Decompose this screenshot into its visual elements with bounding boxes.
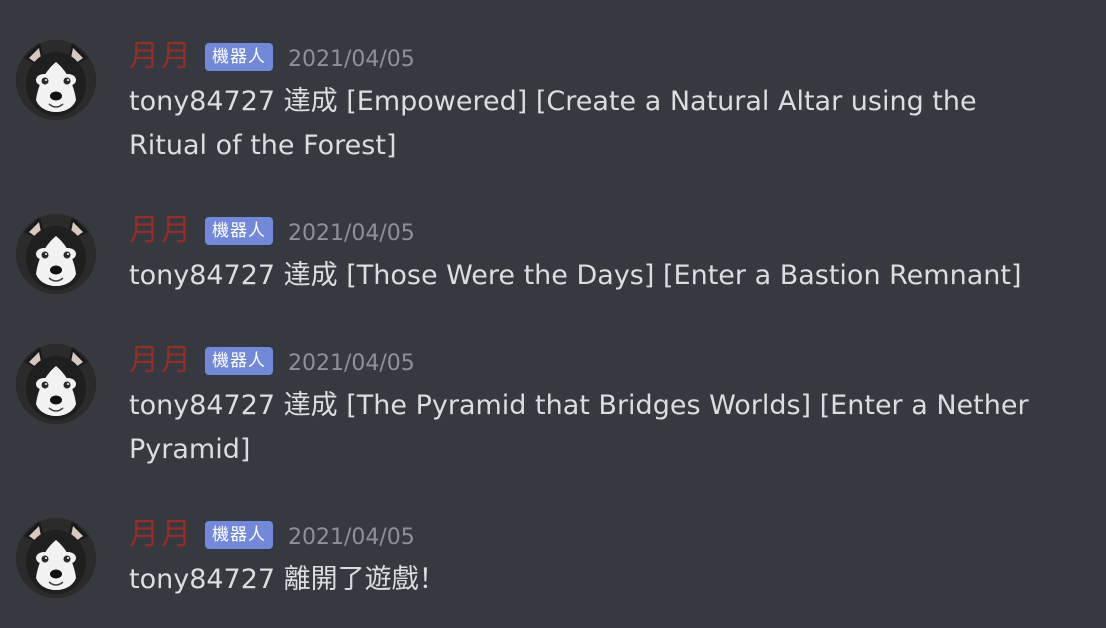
message-content: tony84727 達成 [The Pyramid that Bridges W… [129, 384, 1029, 472]
message-header: 月月 機器人 2021/04/05 [129, 211, 415, 251]
husky-avatar-icon[interactable] [16, 40, 96, 120]
message-header: 月月 機器人 2021/04/05 [129, 515, 415, 555]
message-header: 月月 機器人 2021/04/05 [129, 341, 415, 381]
husky-avatar-icon[interactable] [16, 518, 96, 598]
chat-message-list: 月月 機器人 2021/04/05 tony84727 達成 [Empowere… [0, 0, 1106, 628]
message-line: tony84727 離開了遊戲！ [129, 564, 446, 595]
message-line: tony84727 達成 [Empowered] [Create a Natur… [129, 86, 977, 117]
message-line: tony84727 達成 [The Pyramid that Bridges W… [129, 390, 1029, 421]
message-line: tony84727 達成 [Those Were the Days] [Ente… [129, 260, 1022, 291]
timestamp[interactable]: 2021/04/05 [288, 214, 415, 254]
timestamp[interactable]: 2021/04/05 [288, 40, 415, 80]
username[interactable]: 月月 [129, 37, 193, 77]
message-header: 月月 機器人 2021/04/05 [129, 37, 415, 77]
husky-avatar-icon[interactable] [16, 214, 96, 294]
username[interactable]: 月月 [129, 211, 193, 251]
husky-avatar-icon[interactable] [16, 344, 96, 424]
bot-badge: 機器人 [205, 217, 273, 245]
timestamp[interactable]: 2021/04/05 [288, 518, 415, 558]
message-line: Ritual of the Forest] [129, 130, 397, 161]
timestamp[interactable]: 2021/04/05 [288, 344, 415, 384]
bot-badge: 機器人 [205, 521, 273, 549]
bot-badge: 機器人 [205, 347, 273, 375]
bot-badge: 機器人 [205, 43, 273, 71]
message-content: tony84727 達成 [Empowered] [Create a Natur… [129, 80, 1029, 168]
message-line: Pyramid] [129, 434, 251, 465]
message-content: tony84727 達成 [Those Were the Days] [Ente… [129, 254, 1029, 298]
message-content: tony84727 離開了遊戲！ [129, 558, 1029, 602]
username[interactable]: 月月 [129, 515, 193, 555]
username[interactable]: 月月 [129, 341, 193, 381]
